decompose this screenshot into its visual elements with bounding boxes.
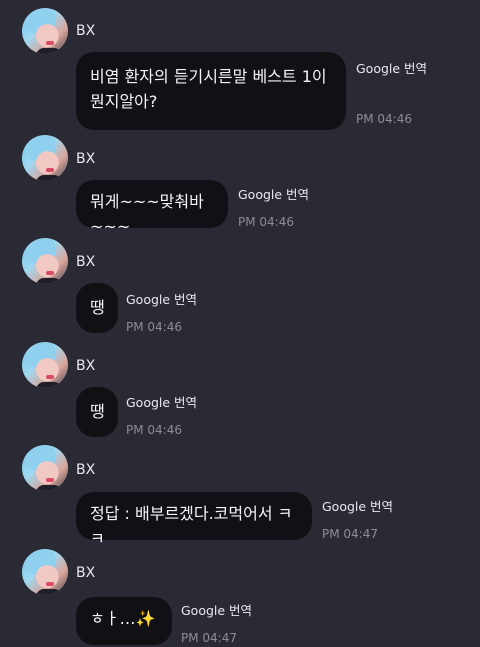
message-bubble[interactable]: ㅎㅏ…✨ xyxy=(76,597,172,645)
sender-name: BX xyxy=(76,151,96,167)
message-text: 정답 : 배부르겠다.코먹어서 ㅋㅋ xyxy=(90,504,293,548)
sender-name: BX xyxy=(76,462,96,478)
message-time: PM 04:47 xyxy=(181,631,237,645)
sender-name: BX xyxy=(76,565,96,581)
message-time: PM 04:46 xyxy=(126,320,182,334)
message-text: 비염 환자의 듣기시른말 베스트 1이 뭔지알아? xyxy=(90,67,327,111)
avatar[interactable] xyxy=(22,135,68,181)
sparkles-icon: ✨ xyxy=(135,609,156,628)
google-translate-link[interactable]: Google 번역 xyxy=(126,289,197,308)
message-text: 땡 xyxy=(90,298,105,317)
google-translate-link[interactable]: Google 번역 xyxy=(356,58,427,77)
message-text: ㅎㅏ… xyxy=(90,609,136,628)
message-bubble[interactable]: 땡 xyxy=(76,283,118,333)
avatar[interactable] xyxy=(22,549,68,595)
google-translate-link[interactable]: Google 번역 xyxy=(181,600,252,619)
avatar[interactable] xyxy=(22,8,68,54)
message-time: PM 04:46 xyxy=(126,423,182,437)
avatar[interactable] xyxy=(22,342,68,388)
message-bubble[interactable]: 정답 : 배부르겠다.코먹어서 ㅋㅋ xyxy=(76,492,312,548)
avatar[interactable] xyxy=(22,238,68,284)
google-translate-link[interactable]: Google 번역 xyxy=(238,184,309,203)
message-text: 뭐게~~~맞춰바~~~ xyxy=(90,192,204,236)
sender-name: BX xyxy=(76,254,96,270)
message-bubble[interactable]: 비염 환자의 듣기시른말 베스트 1이 뭔지알아? xyxy=(76,52,346,130)
google-translate-link[interactable]: Google 번역 xyxy=(322,496,393,515)
message-bubble[interactable]: 뭐게~~~맞춰바~~~ xyxy=(76,180,228,236)
message-bubble[interactable]: 땡 xyxy=(76,387,118,437)
sender-name: BX xyxy=(76,358,96,374)
message-time: PM 04:47 xyxy=(322,527,378,541)
message-time: PM 04:46 xyxy=(356,112,412,126)
google-translate-link[interactable]: Google 번역 xyxy=(126,392,197,411)
avatar[interactable] xyxy=(22,445,68,491)
message-time: PM 04:46 xyxy=(238,215,294,229)
message-text: 땡 xyxy=(90,402,105,421)
sender-name: BX xyxy=(76,23,96,39)
